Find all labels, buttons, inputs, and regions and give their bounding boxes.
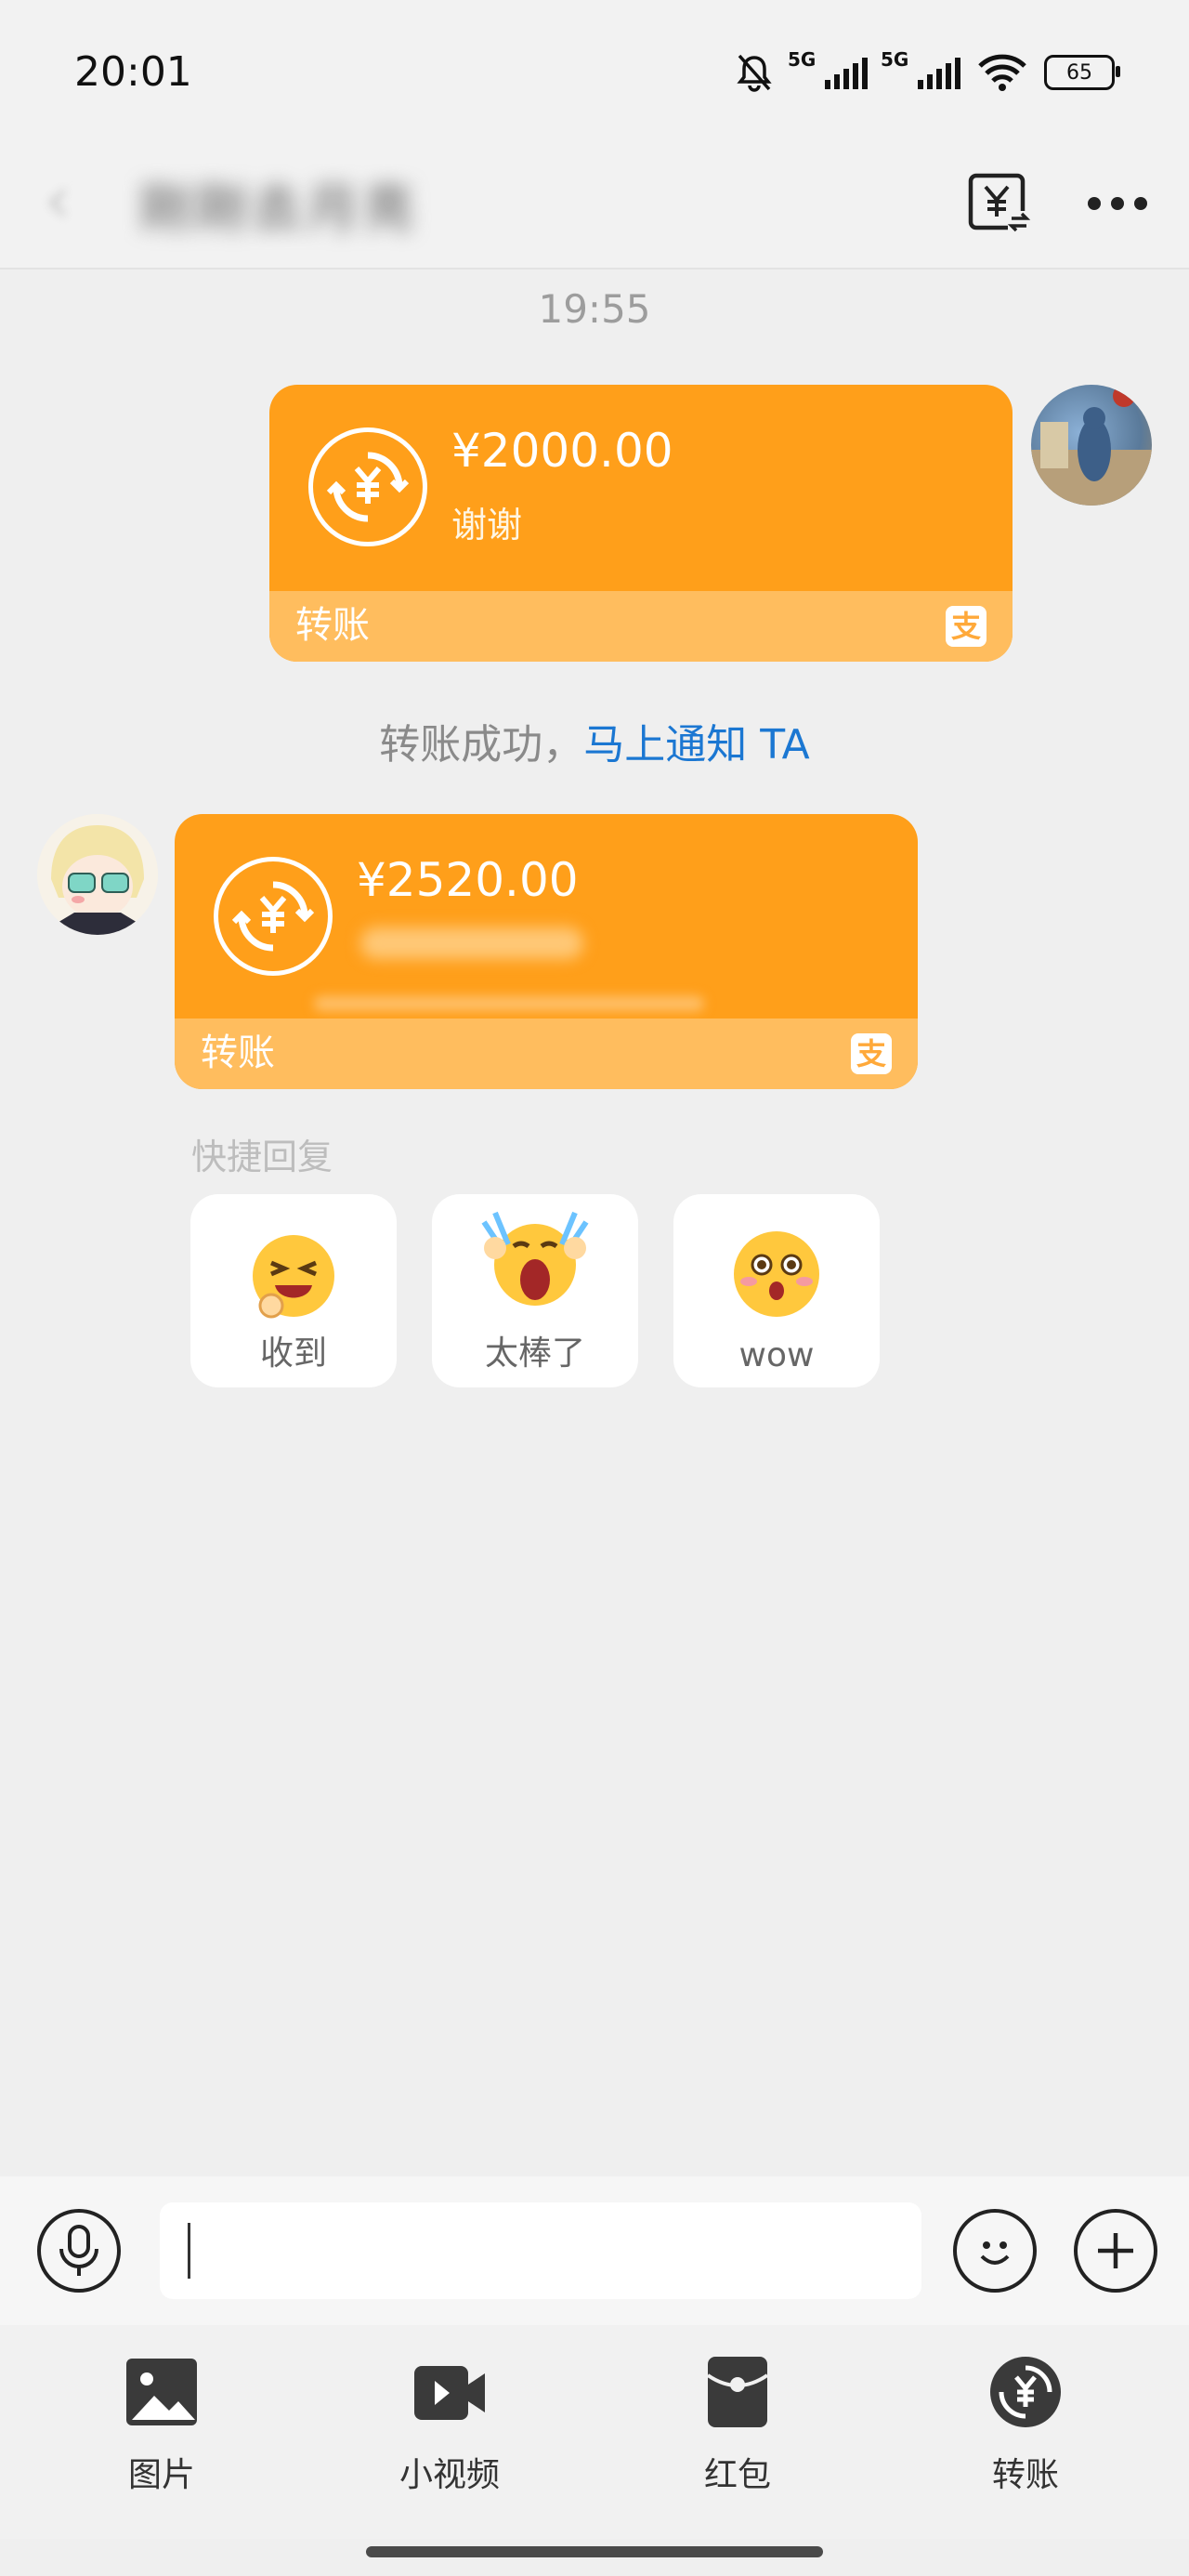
transfer-amount: ¥2520.00 (357, 853, 579, 907)
contact-avatar[interactable] (37, 814, 158, 935)
status-bar: 20:01 5G 5G 65 (0, 0, 1189, 139)
quick-reply-title: 快捷回复 (191, 1137, 333, 1177)
signal-icon: 5G (788, 48, 868, 89)
redacted-note (360, 927, 583, 959)
transfer-label: 转账 (201, 1032, 275, 1074)
toolbar-label: 图片 (127, 2456, 195, 2494)
battery-icon: 65 (1044, 55, 1120, 90)
transfer-label: 转账 (295, 604, 370, 647)
sent-transfer-card[interactable]: ¥2000.00 谢谢 转账 支 (269, 385, 1013, 662)
toolbar-label: 红包 (703, 2456, 771, 2494)
status-time: 20:01 (74, 48, 192, 96)
battery-level: 65 (1066, 60, 1092, 85)
home-indicator[interactable] (366, 2546, 823, 2557)
status-icons: 5G 5G 65 (734, 48, 1120, 93)
quick-reply-wow[interactable]: wow (673, 1194, 880, 1387)
image-icon (126, 2359, 197, 2425)
quick-reply-label: 太棒了 (484, 1334, 585, 1373)
toolbar-item-red-packet[interactable]: 红包 (645, 2353, 830, 2511)
toolbar-label: 转账 (991, 2456, 1059, 2494)
transfer-note: 谢谢 (451, 505, 523, 545)
ok-hand-emoji-icon (253, 1235, 334, 1319)
toolbar-item-image[interactable]: 图片 (69, 2353, 255, 2511)
transfer-success-notice: 转账成功，马上通知 TA (0, 711, 1189, 770)
input-bar (0, 2176, 1189, 2325)
card-footer: 转账 支 (269, 591, 1013, 662)
chat-timestamp: 19:55 (538, 286, 651, 332)
yuan-transfer-icon (214, 857, 333, 976)
quick-reply-great[interactable]: 太棒了 (432, 1194, 638, 1387)
smiley-icon[interactable] (953, 2209, 1037, 2293)
toolbar-item-transfer[interactable]: 转账 (933, 2353, 1118, 2511)
signal-icon: 5G (881, 48, 960, 89)
surprised-emoji-icon (734, 1231, 819, 1317)
contact-name: 刚刚去月亮 (139, 179, 418, 240)
received-transfer-card[interactable]: ¥2520.00 转账 支 (175, 814, 918, 1089)
chevron-left-icon[interactable]: ‹ (45, 167, 110, 232)
transfer-amount: ¥2000.00 (451, 424, 673, 478)
my-avatar[interactable] (1031, 385, 1152, 506)
quick-reply-label: 收到 (259, 1334, 327, 1373)
alipay-icon: 支 (851, 1033, 892, 1074)
yuan-transfer-icon (308, 427, 427, 546)
notify-link[interactable]: 马上通知 TA (583, 721, 810, 769)
plus-icon[interactable] (1074, 2209, 1157, 2293)
microphone-icon[interactable] (37, 2209, 121, 2293)
quick-reply-received[interactable]: 收到 (190, 1194, 397, 1387)
toolbar-label: 小视频 (399, 2456, 500, 2494)
yuan-exchange-icon[interactable] (957, 162, 1040, 245)
card-footer: 转账 支 (175, 1019, 918, 1089)
alipay-icon: 支 (946, 606, 986, 647)
cheering-emoji-icon (481, 1211, 589, 1306)
chat-header: ‹ 刚刚去月亮 (0, 139, 1189, 269)
wifi-icon (978, 54, 1026, 91)
redacted-line (314, 996, 704, 1011)
red-packet-icon (706, 2357, 769, 2427)
message-input[interactable] (160, 2202, 921, 2299)
transfer-icon (990, 2357, 1061, 2427)
more-dots-icon[interactable] (1076, 162, 1159, 245)
toolbar-item-video[interactable]: 小视频 (357, 2353, 542, 2511)
action-toolbar: 图片 小视频 红包 转账 (0, 2325, 1189, 2539)
notice-text: 转账成功， (379, 721, 584, 769)
quick-reply-label: wow (738, 1336, 815, 1374)
mute-bell-icon (737, 54, 772, 92)
video-icon (414, 2366, 485, 2420)
text-caret (188, 2223, 190, 2279)
